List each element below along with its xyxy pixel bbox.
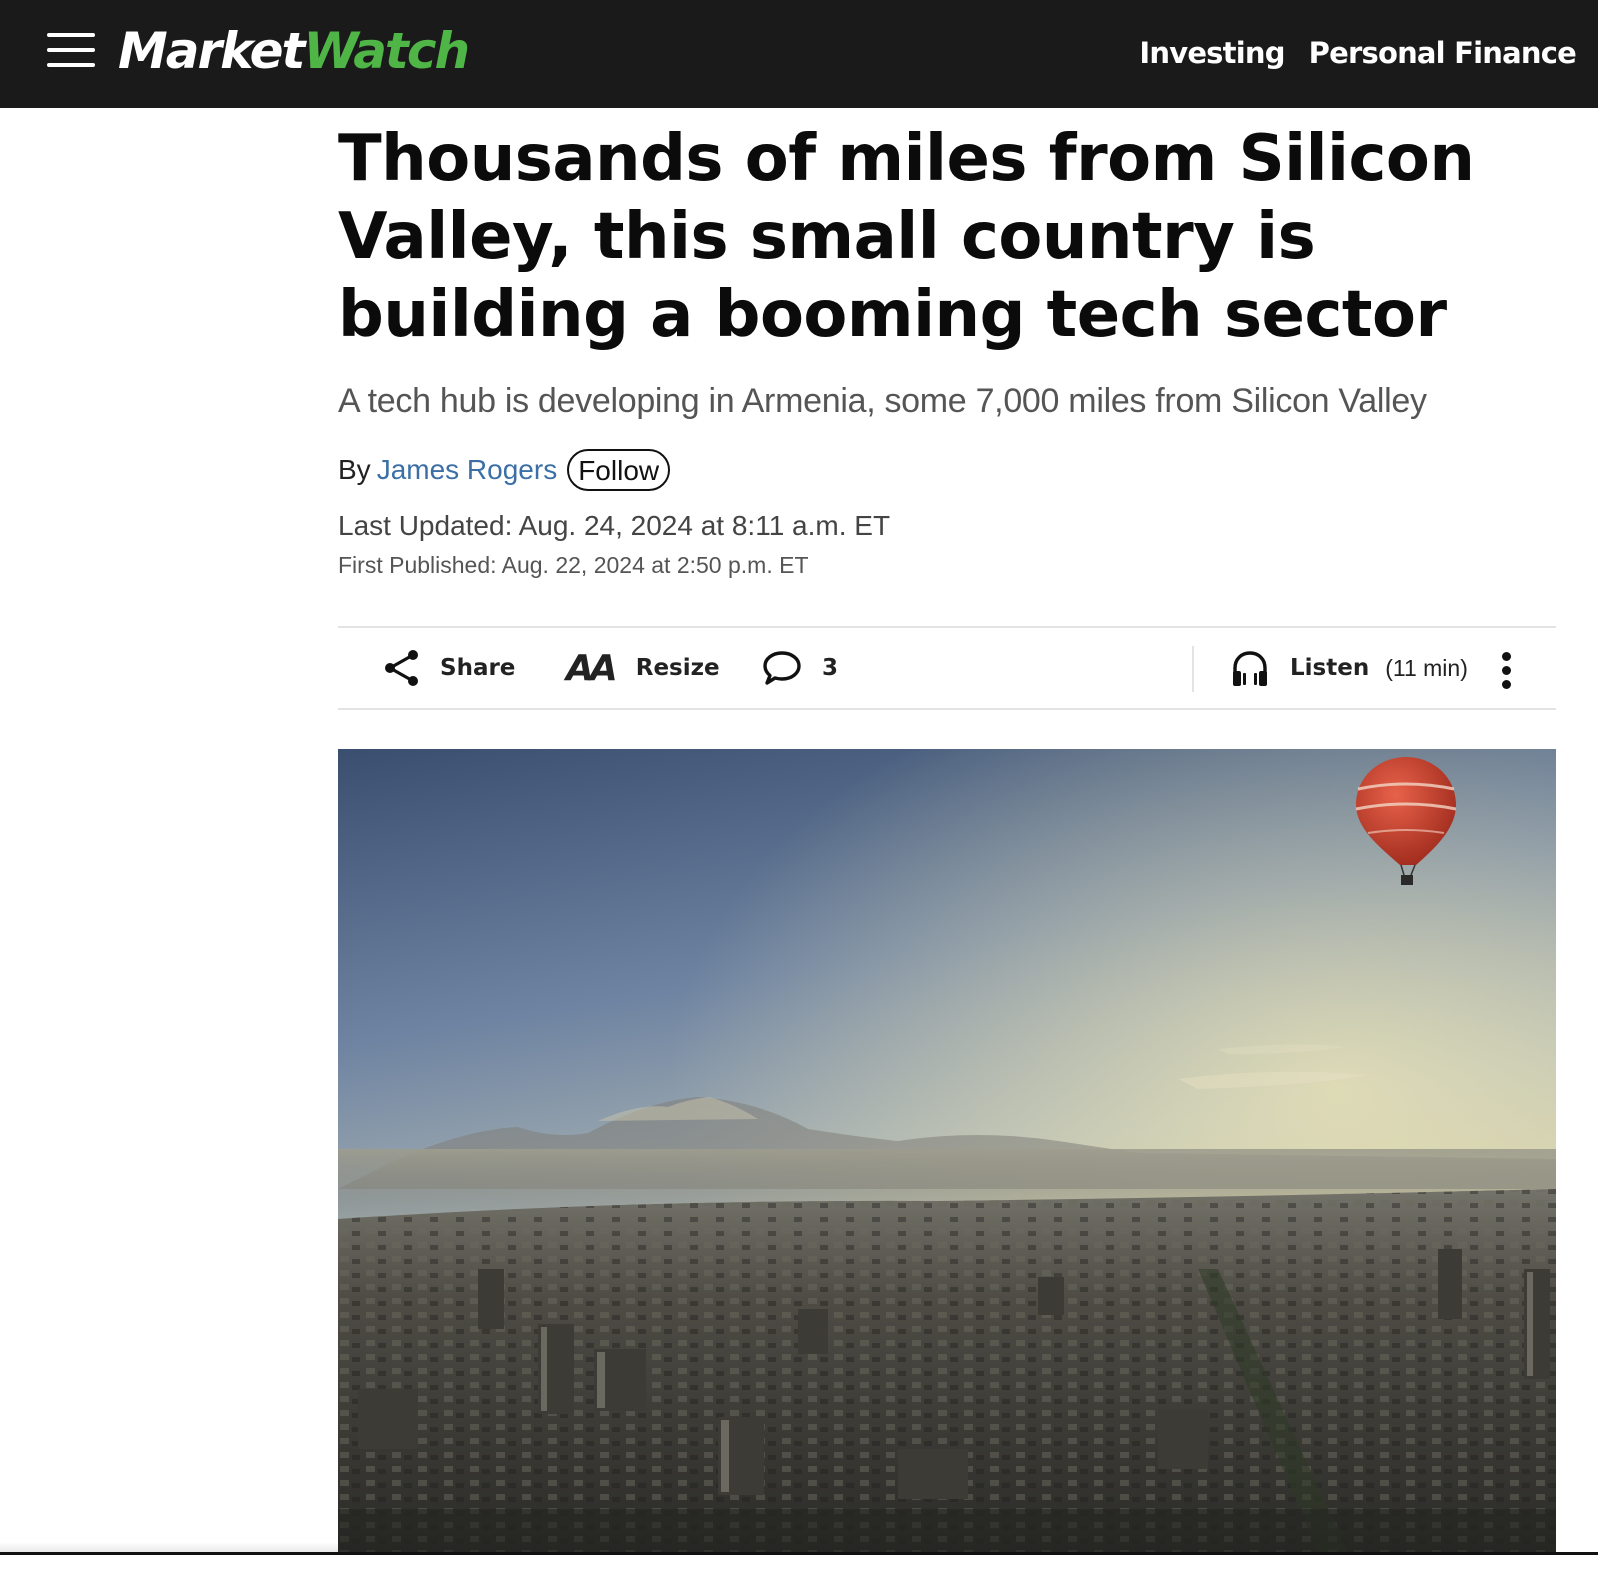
comment-bubble-icon (763, 651, 801, 685)
listen-label: Listen (1290, 655, 1370, 681)
vertical-dots-icon[interactable] (1498, 650, 1514, 690)
comments-button[interactable]: 3 (762, 628, 838, 708)
primary-nav: Investing Personal Finance (1139, 30, 1576, 76)
last-updated-timestamp: Last Updated: Aug. 24, 2024 at 8:11 a.m.… (338, 510, 891, 541)
byline-prefix: By (338, 454, 371, 485)
first-published-timestamp: First Published: Aug. 22, 2024 at 2:50 p… (338, 552, 809, 578)
site-header: MarketWatch Investing Personal Finance (0, 0, 1598, 108)
article-subheadline: A tech hub is developing in Armenia, som… (338, 382, 1427, 420)
logo-market-text: Market (118, 22, 305, 80)
nav-investing-link[interactable]: Investing (1139, 36, 1285, 70)
listen-duration: (11 min) (1385, 654, 1468, 681)
logo-watch-text: Watch (303, 22, 470, 80)
comment-count: 3 (822, 655, 839, 681)
share-label: Share (440, 655, 516, 681)
article-tools-bar: Share AA Resize 3 Listen (11 min) (338, 626, 1556, 710)
page-bottom-edge (0, 1552, 1598, 1555)
text-resize-icon: AA (566, 647, 618, 689)
article-header: Thousands of miles from Silicon Valley, … (338, 108, 1556, 581)
article-headline: Thousands of miles from Silicon Valley, … (338, 122, 1475, 352)
resize-label: Resize (635, 655, 720, 681)
nav-personal-finance-link[interactable]: Personal Finance (1309, 36, 1577, 70)
marketwatch-logo[interactable]: MarketWatch (118, 20, 470, 82)
byline: By James Rogers Follow (338, 448, 1556, 492)
headphones-icon (1233, 651, 1267, 686)
follow-author-button[interactable]: Follow (567, 449, 671, 491)
page-fade (0, 1542, 338, 1552)
share-icon (385, 650, 418, 686)
resize-button[interactable]: AA Resize (566, 628, 720, 708)
hamburger-icon[interactable] (47, 31, 95, 69)
listen-button[interactable]: Listen (11 min) (1230, 628, 1468, 708)
author-link[interactable]: James Rogers (377, 454, 558, 486)
city-skyline-photo (338, 749, 1556, 1552)
toolbar-divider (1192, 646, 1194, 692)
share-button[interactable]: Share (382, 628, 515, 708)
hero-image (338, 749, 1556, 1552)
